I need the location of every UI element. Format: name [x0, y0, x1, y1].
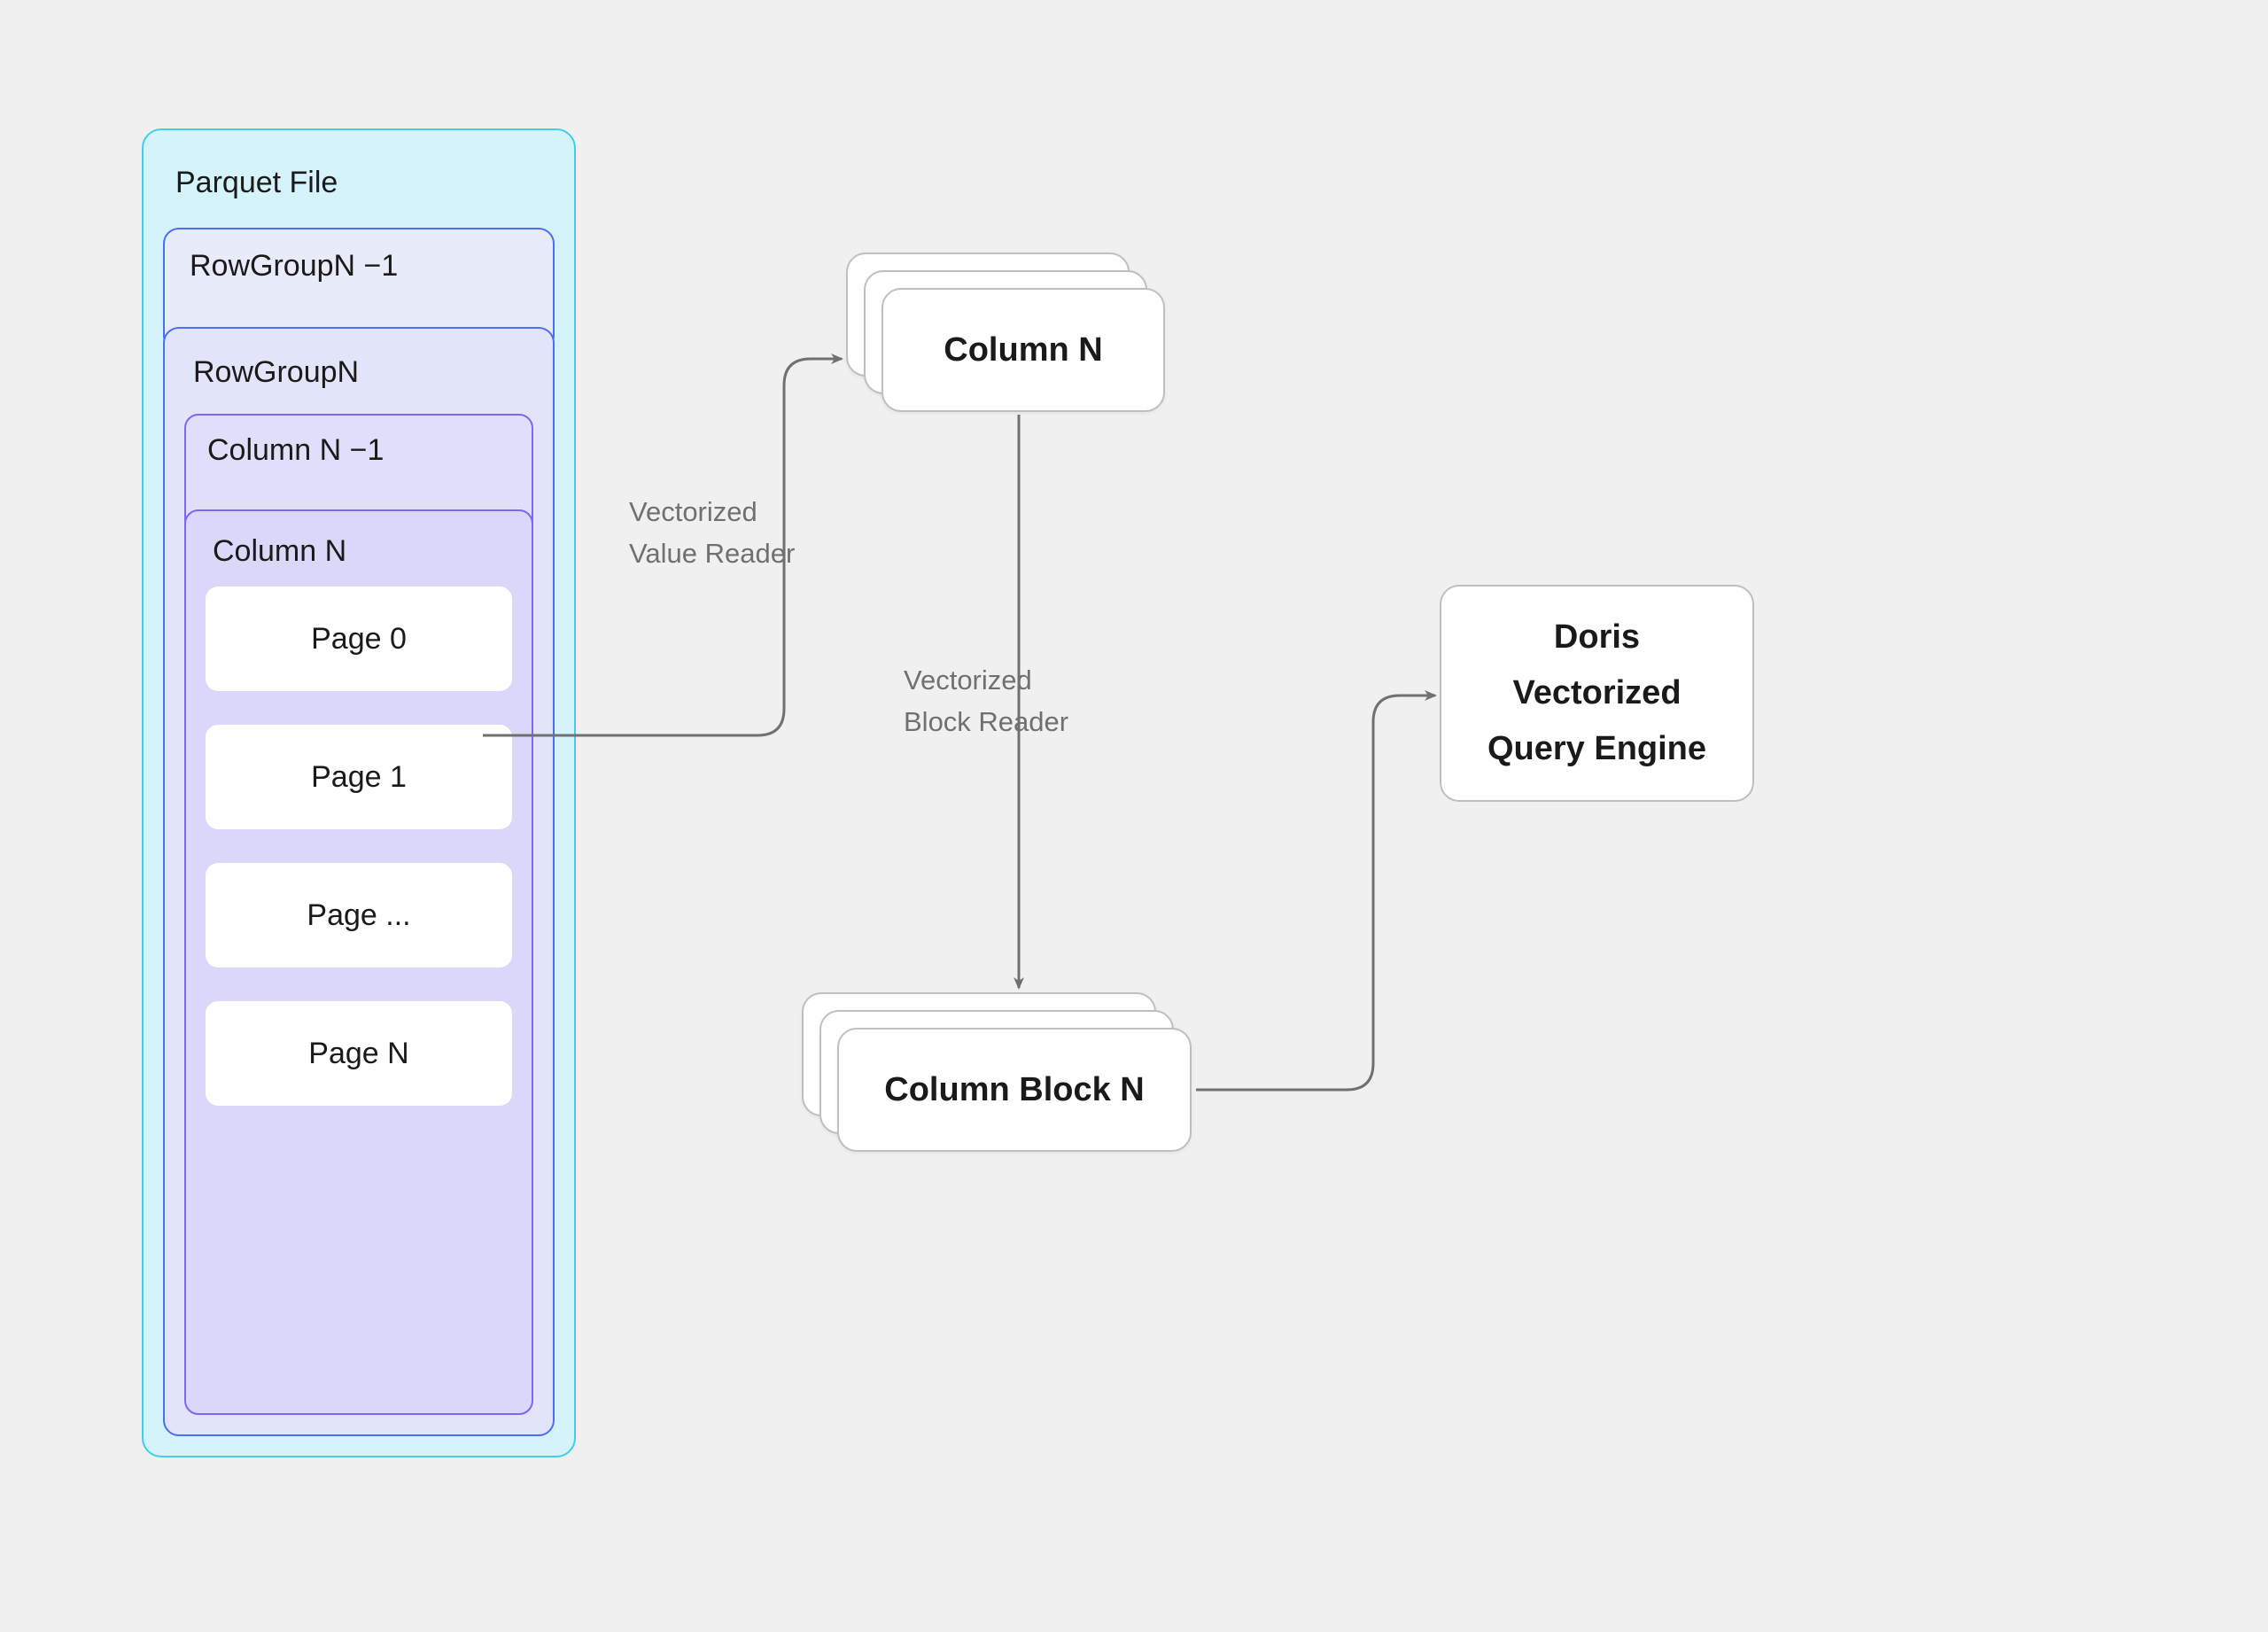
doris-line-1: Doris	[1554, 614, 1640, 661]
doris-query-engine-box: Doris Vectorized Query Engine	[1440, 585, 1754, 802]
rowgroup-n-label: RowGroupN	[184, 350, 533, 409]
vectorized-block-reader-label: Vectorized Block Reader	[904, 660, 1068, 742]
page-1-box: Page 1	[206, 725, 512, 829]
column-block-n-card: Column Block N	[837, 1028, 1192, 1152]
rowgroup-n-minus-1-label: RowGroupN −1	[190, 249, 528, 284]
page-0-box: Page 0	[206, 587, 512, 691]
column-n-label: Column N	[206, 531, 512, 587]
diagram-canvas: Parquet File RowGroupN −1 RowGroupN Colu…	[0, 0, 2268, 1632]
column-n-box: Column N Page 0 Page 1 Page ... Page N	[184, 509, 533, 1415]
doris-line-3: Query Engine	[1487, 726, 1706, 773]
arrow-block-to-doris	[1196, 696, 1435, 1090]
column-block-n-stack: Column Block N	[802, 992, 1192, 1152]
parquet-file-box: Parquet File RowGroupN −1 RowGroupN Colu…	[142, 128, 576, 1457]
column-n-card-label: Column N	[944, 331, 1102, 369]
column-n-minus-1-label: Column N −1	[207, 433, 510, 468]
rowgroup-n-box: RowGroupN Column N −1 Column N Page 0 Pa…	[163, 327, 555, 1436]
page-ellipsis-box: Page ...	[206, 863, 512, 968]
column-block-n-card-label: Column Block N	[884, 1071, 1144, 1109]
page-n-box: Page N	[206, 1001, 512, 1106]
parquet-file-title: Parquet File	[163, 157, 555, 221]
column-n-stack: Column N	[846, 253, 1165, 412]
vectorized-value-reader-label: Vectorized Value Reader	[629, 492, 795, 574]
doris-line-2: Vectorized	[1512, 670, 1681, 717]
column-n-card: Column N	[882, 288, 1165, 412]
